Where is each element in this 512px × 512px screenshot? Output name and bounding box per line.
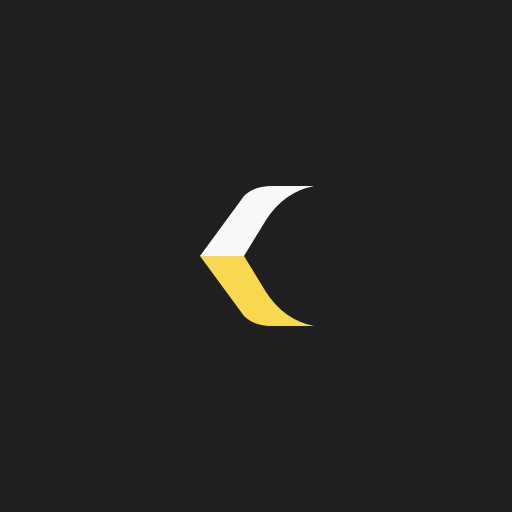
chevron-left-logo-icon <box>0 0 512 512</box>
splash-screen <box>0 0 512 512</box>
background <box>0 0 512 512</box>
